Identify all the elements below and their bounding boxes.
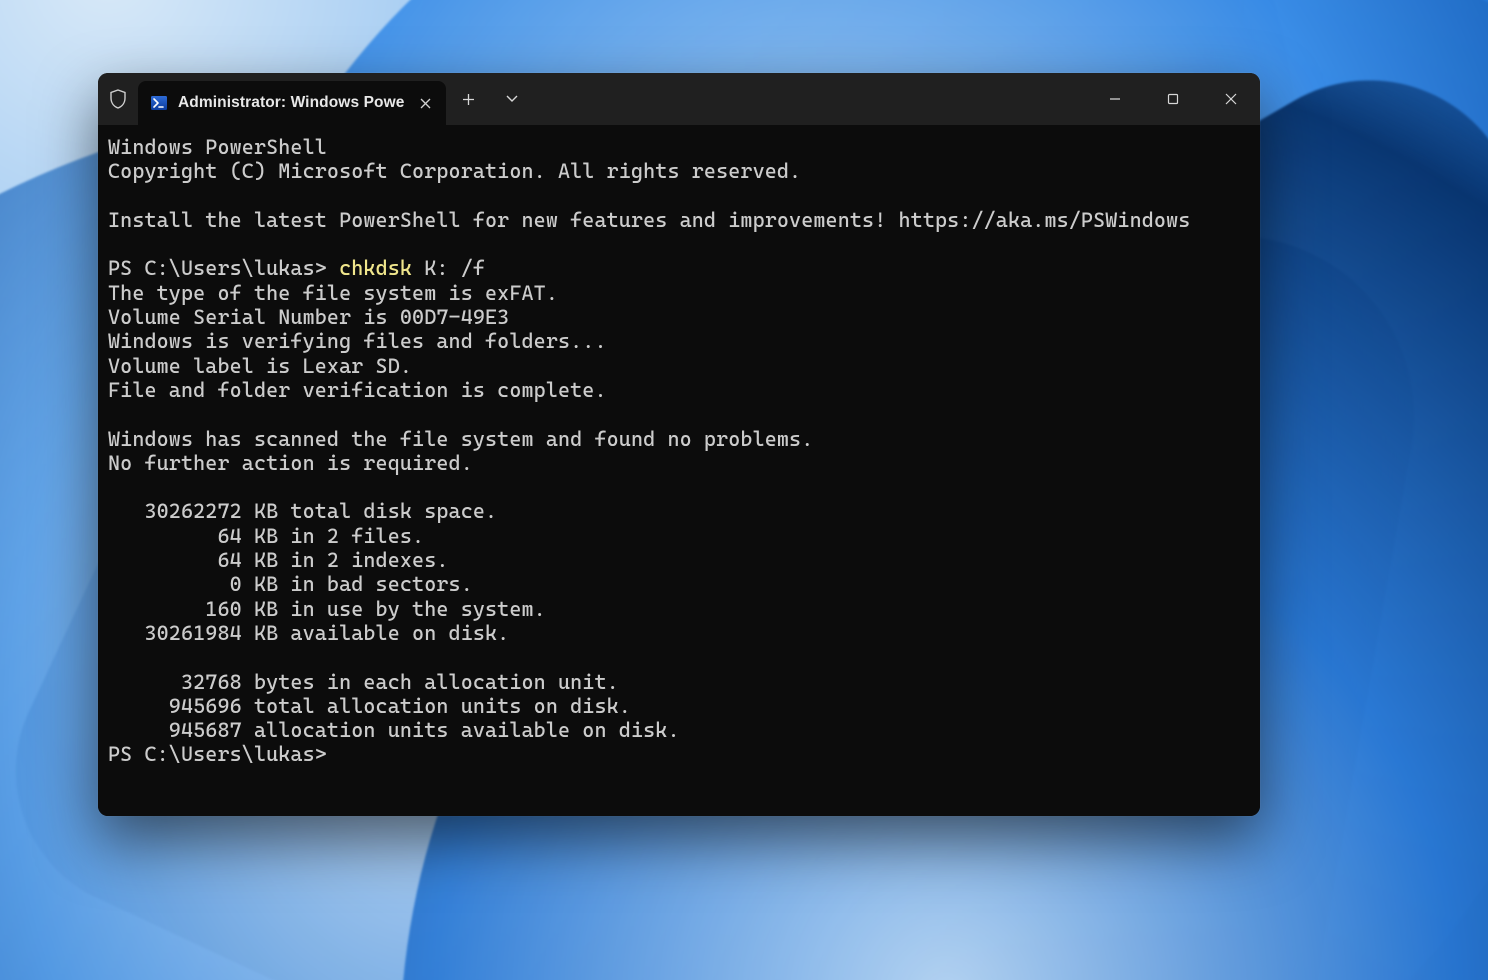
maximize-button[interactable]	[1144, 73, 1202, 125]
ps-banner-line1: Windows PowerShell	[108, 135, 327, 159]
prompt-1-prefix: PS C:\Users\lukas>	[108, 256, 339, 280]
terminal-viewport[interactable]: Windows PowerShell Copyright (C) Microso…	[98, 125, 1260, 816]
stat-au-total: 945696 total allocation units on disk.	[108, 694, 631, 718]
prompt-2: PS C:\Users\lukas>	[108, 742, 327, 766]
stat-system: 160 KB in use by the system.	[108, 597, 546, 621]
minimize-icon	[1109, 93, 1121, 105]
maximize-icon	[1167, 93, 1179, 105]
output-complete: File and folder verification is complete…	[108, 378, 607, 402]
ps-banner-line2: Copyright (C) Microsoft Corporation. All…	[108, 159, 801, 183]
chevron-down-icon	[506, 95, 518, 103]
terminal-window: Administrator: Windows Powe	[98, 73, 1260, 816]
tab-powershell[interactable]: Administrator: Windows Powe	[138, 81, 446, 125]
minimize-button[interactable]	[1086, 73, 1144, 125]
powershell-icon	[150, 94, 168, 112]
tab-title: Administrator: Windows Powe	[178, 94, 404, 112]
close-icon	[1225, 93, 1237, 105]
output-noaction: No further action is required.	[108, 451, 473, 475]
stat-au-size: 32768 bytes in each allocation unit.	[108, 670, 619, 694]
tab-dropdown-button[interactable]	[490, 73, 534, 125]
stat-au-avail: 945687 allocation units available on dis…	[108, 718, 680, 742]
ps-install-hint: Install the latest PowerShell for new fe…	[108, 208, 1190, 232]
stat-files: 64 KB in 2 files.	[108, 524, 424, 548]
stat-bad: 0 KB in bad sectors.	[108, 572, 473, 596]
titlebar-drag-region[interactable]	[534, 73, 1086, 125]
close-icon	[420, 98, 431, 109]
tab-close-button[interactable]	[414, 92, 436, 114]
output-fs-type: The type of the file system is exFAT.	[108, 281, 558, 305]
plus-icon	[462, 93, 475, 106]
new-tab-button[interactable]	[446, 73, 490, 125]
stat-avail: 30261984 KB available on disk.	[108, 621, 509, 645]
output-label: Volume label is Lexar SD.	[108, 354, 412, 378]
prompt-1-args: K: /f	[412, 256, 485, 280]
admin-shield-icon	[98, 73, 138, 125]
stat-total: 30262272 KB total disk space.	[108, 499, 497, 523]
terminal-output: Windows PowerShell Copyright (C) Microso…	[108, 135, 1250, 767]
output-serial: Volume Serial Number is 00D7-49E3	[108, 305, 509, 329]
title-bar[interactable]: Administrator: Windows Powe	[98, 73, 1260, 125]
window-close-button[interactable]	[1202, 73, 1260, 125]
output-verify: Windows is verifying files and folders..…	[108, 329, 607, 353]
output-scan: Windows has scanned the file system and …	[108, 427, 813, 451]
prompt-1-command: chkdsk	[339, 256, 412, 280]
stat-indexes: 64 KB in 2 indexes.	[108, 548, 449, 572]
